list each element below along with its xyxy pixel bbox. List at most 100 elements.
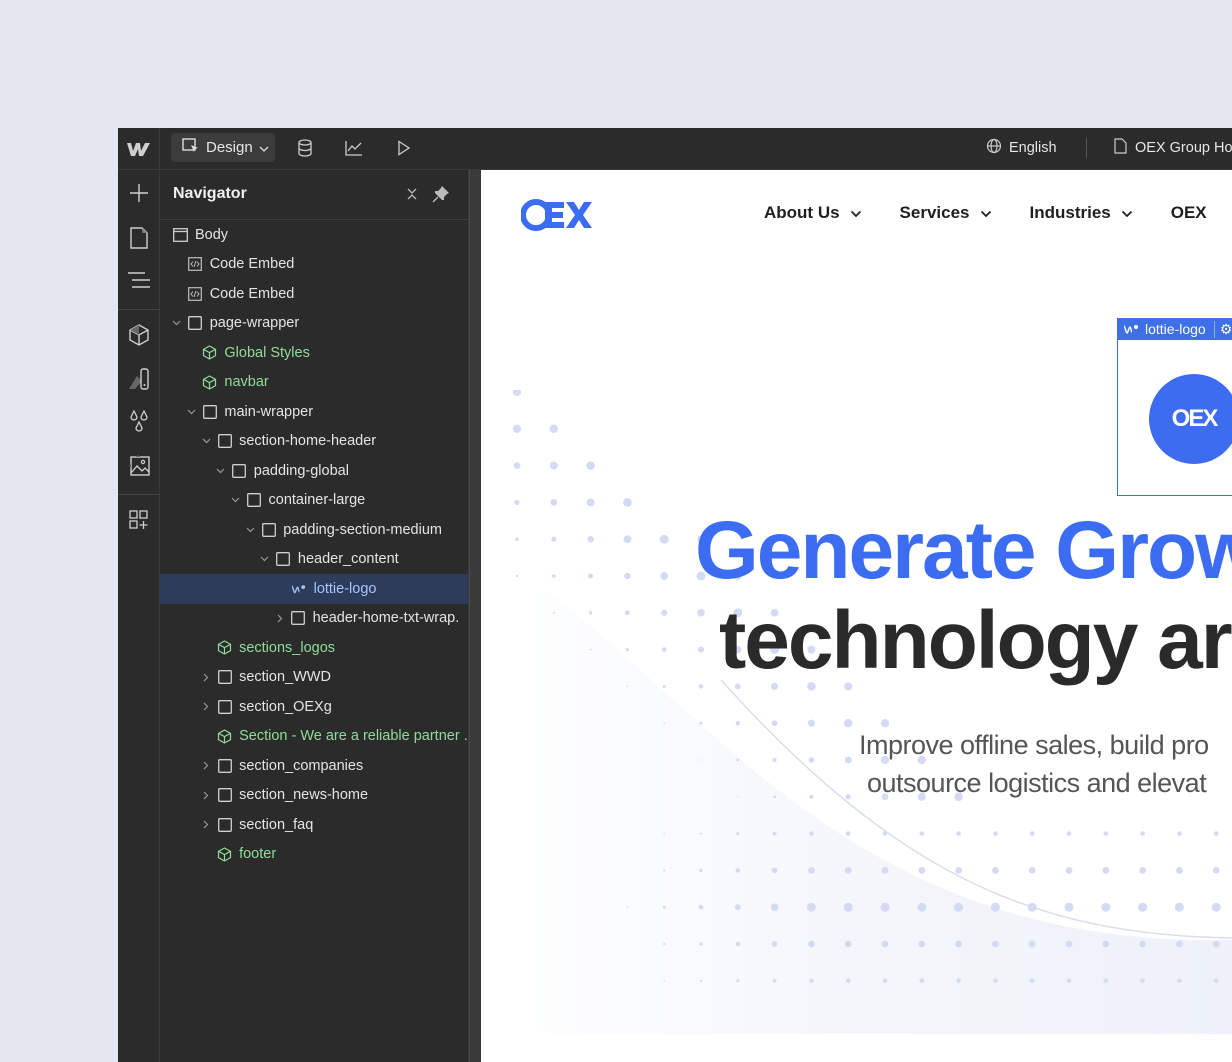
- navigator-tree-item[interactable]: sections_logos: [160, 633, 468, 663]
- navigator-tree-item[interactable]: section_WWD: [160, 663, 468, 693]
- chevron-down-icon[interactable]: [201, 436, 211, 446]
- navigator-panel: Navigator Body Code Embed Code Embed page-w…: [160, 170, 469, 1062]
- pin-icon[interactable]: [432, 185, 450, 203]
- navigator-item-label: section_companies: [239, 757, 364, 774]
- decorative-dot: [662, 684, 666, 688]
- navigator-tree-item[interactable]: padding-global: [160, 456, 468, 486]
- decorative-dot: [881, 867, 889, 874]
- navigator-tree-item[interactable]: padding-section-medium: [160, 515, 468, 545]
- chevron-down-icon[interactable]: [231, 495, 241, 505]
- decorative-dot: [1211, 902, 1221, 912]
- components-button[interactable]: [118, 319, 160, 355]
- chevron-right-icon[interactable]: [275, 613, 285, 623]
- chevron-right-icon[interactable]: [201, 702, 211, 712]
- navigator-tree-item[interactable]: Global Styles: [160, 338, 468, 368]
- navigator-button[interactable]: [118, 264, 160, 300]
- navigator-tree-item[interactable]: Code Embed: [160, 279, 468, 309]
- navigator-item-label: header-home-txt-wrap.: [312, 610, 460, 627]
- chevron-right-icon[interactable]: [201, 672, 211, 682]
- component-icon: [202, 345, 217, 360]
- decorative-dot: [1174, 902, 1184, 912]
- page-selector[interactable]: OEX Group Ho: [1114, 136, 1232, 160]
- decorative-dot: [1102, 867, 1110, 874]
- decorative-dot: [1103, 978, 1109, 984]
- cms-database-icon[interactable]: [294, 137, 316, 159]
- navigator-tree-item[interactable]: Section - We are a reliable partner ...: [160, 722, 468, 752]
- decorative-dot: [1028, 940, 1036, 948]
- decorative-dot: [515, 537, 519, 542]
- chevron-down-icon: [259, 139, 269, 156]
- assets-button[interactable]: [118, 449, 160, 485]
- collapse-all-icon[interactable]: [404, 186, 420, 202]
- navigator-tree-item[interactable]: main-wrapper: [160, 397, 468, 427]
- top-bar: Design English OEX Group Ho: [118, 128, 1232, 170]
- navigator-tree-item[interactable]: navbar: [160, 368, 468, 398]
- site-logo[interactable]: [520, 199, 599, 236]
- decorative-dot: [809, 831, 814, 836]
- language-selector[interactable]: English: [986, 136, 1057, 160]
- chevron-right-icon[interactable]: [201, 820, 211, 830]
- navigator-tree-item[interactable]: Code Embed: [160, 250, 468, 280]
- chevron-down-icon[interactable]: [260, 554, 270, 564]
- site-nav-item[interactable]: Services: [900, 203, 992, 223]
- selected-element-tag[interactable]: lottie-logo ⚙: [1117, 318, 1232, 340]
- settings-gear-icon[interactable]: ⚙: [1213, 320, 1232, 338]
- lottie-icon: [1123, 321, 1139, 337]
- navigator-tree-item[interactable]: footer: [160, 840, 468, 870]
- div-block-icon: [188, 316, 203, 331]
- navigator-tree-item[interactable]: section_news-home: [160, 781, 468, 811]
- navigator-tree-item[interactable]: section_companies: [160, 751, 468, 781]
- navigator-tree-item[interactable]: header_content: [160, 545, 468, 575]
- pages-button[interactable]: [118, 222, 160, 258]
- chevron-down-icon[interactable]: [172, 318, 182, 328]
- chevron-right-icon[interactable]: [201, 790, 211, 800]
- site-nav-label: Industries: [1029, 203, 1111, 222]
- chevron-down-icon[interactable]: [186, 407, 196, 417]
- decorative-dot: [844, 940, 852, 948]
- navigator-tree-item[interactable]: lottie-logo: [160, 574, 468, 604]
- navigator-item-label: Code Embed: [209, 285, 295, 302]
- navigator-tree-item[interactable]: section_faq: [160, 810, 468, 840]
- apps-button[interactable]: [118, 504, 160, 540]
- decorative-dot: [737, 796, 739, 798]
- navigator-tree-item[interactable]: section-home-header: [160, 427, 468, 457]
- preview-play-icon[interactable]: [393, 137, 415, 159]
- decorative-dot: [661, 609, 668, 616]
- add-elements-button[interactable]: [118, 177, 160, 213]
- decorative-dot: [513, 462, 521, 469]
- site-nav-item[interactable]: OEX: [1171, 203, 1207, 223]
- navigator-tree-item[interactable]: header-home-txt-wrap.: [160, 604, 468, 634]
- div-block-icon: [247, 493, 262, 508]
- navigator-item-label: sections_logos: [239, 639, 336, 656]
- navigator-tree-item[interactable]: container-large: [160, 486, 468, 516]
- site-nav-item[interactable]: Industries: [1030, 203, 1133, 223]
- lottie-logo-animation[interactable]: OEX: [1149, 374, 1232, 464]
- decorative-dot: [589, 648, 592, 651]
- div-block-icon: [217, 788, 232, 803]
- div-block-icon: [217, 434, 232, 449]
- design-canvas[interactable]: About Us Services Industries OEX lottie-log…: [481, 170, 1232, 1062]
- decorative-dot: [845, 978, 851, 984]
- decorative-dot: [1138, 902, 1148, 912]
- decorative-dot: [586, 498, 595, 507]
- webflow-logo-icon[interactable]: [118, 128, 160, 169]
- panel-resize-handle[interactable]: [469, 170, 481, 1062]
- chevron-down-icon[interactable]: [245, 525, 255, 535]
- toolbar-divider: [1086, 138, 1087, 158]
- site-nav-label: OEX: [1170, 203, 1207, 222]
- site-nav-item[interactable]: About Us: [764, 203, 862, 223]
- chevron-down-icon[interactable]: [216, 466, 226, 476]
- navigator-tree-item[interactable]: Body: [160, 220, 468, 250]
- decorative-dot: [1027, 902, 1037, 912]
- navigator-tree-item[interactable]: page-wrapper: [160, 309, 468, 339]
- navigator-tree-item[interactable]: section_OEXg: [160, 692, 468, 722]
- variables-button[interactable]: [118, 406, 160, 442]
- chevron-right-icon[interactable]: [201, 761, 211, 771]
- decorative-dot: [623, 535, 632, 544]
- analytics-chart-icon[interactable]: [343, 137, 365, 159]
- navigator-item-label: page-wrapper: [209, 315, 300, 332]
- decorative-dot: [626, 685, 629, 688]
- style-selectors-button[interactable]: [118, 363, 160, 399]
- globe-icon: [986, 138, 1002, 158]
- design-mode-button[interactable]: Design: [171, 133, 275, 162]
